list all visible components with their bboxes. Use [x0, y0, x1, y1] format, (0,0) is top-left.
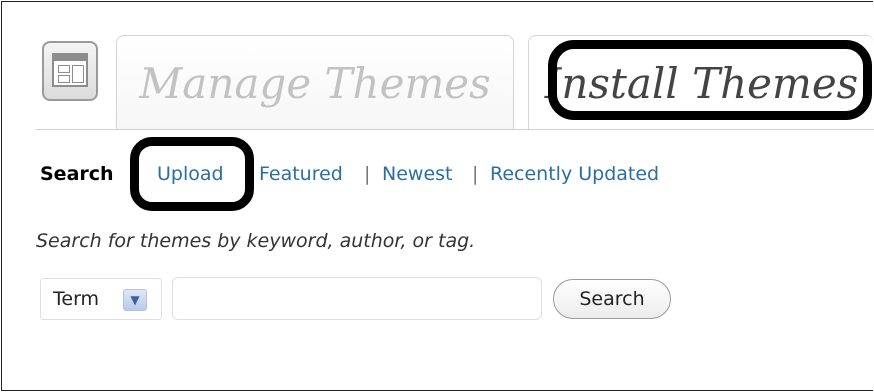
search-button-label: Search	[579, 288, 645, 310]
subnav-link-featured[interactable]: Featured	[259, 162, 343, 186]
install-themes-highlight	[548, 40, 872, 120]
search-description: Search for themes by keyword, author, or…	[36, 230, 476, 252]
subnav-link-recently-updated[interactable]: Recently Updated	[490, 162, 659, 186]
search-type-select[interactable]: Term ▼	[40, 278, 162, 320]
subnav-separator: |	[472, 163, 479, 185]
tab-manage-themes-label: Manage Themes	[139, 58, 491, 108]
chevron-down-icon[interactable]: ▼	[123, 289, 147, 311]
search-input[interactable]	[172, 277, 542, 320]
tab-manage-themes[interactable]: Manage Themes	[116, 35, 514, 130]
subnav-separator: |	[364, 163, 371, 185]
tab-baseline	[36, 129, 874, 130]
upload-highlight	[130, 137, 254, 211]
subnav-search-current: Search	[40, 163, 114, 185]
appearance-icon	[42, 41, 98, 101]
search-button[interactable]: Search	[553, 279, 671, 319]
subnav-link-newest[interactable]: Newest	[382, 162, 452, 186]
search-type-value: Term	[53, 288, 100, 310]
